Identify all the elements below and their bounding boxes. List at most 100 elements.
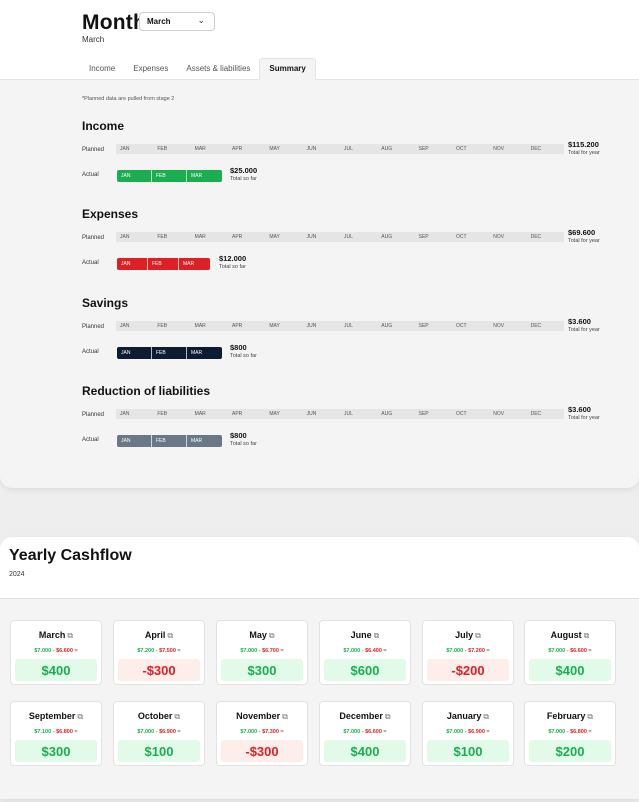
planned-month-feb: FEB	[157, 234, 168, 240]
planned-bar-reduction-of-liabilities: JAN FEB MAR APR MAY JUN JUL AUG SEP OCT NOV DEC	[116, 409, 564, 419]
external-link-icon[interactable]: ⧉	[584, 631, 590, 640]
actual-month-jan: JAN	[117, 258, 148, 270]
income-value: $7.000	[343, 729, 361, 735]
external-link-icon[interactable]: ⧉	[587, 712, 593, 721]
month-select[interactable]: March ⌄	[139, 12, 215, 31]
planned-month-jan: JAN	[120, 411, 130, 417]
month-formula: $7.000 - $6.900 =	[423, 729, 513, 735]
section-title-savings: Savings	[82, 296, 129, 310]
month-formula: $7.000 - $7.200 =	[423, 648, 513, 654]
month-card-title: April ⧉	[114, 630, 204, 641]
income-value: $7.200	[137, 648, 155, 654]
month-card-december[interactable]: December ⧉ $7.000 - $6.600 = $400	[319, 701, 411, 766]
expense-value: $7.300	[262, 729, 279, 735]
month-card-october[interactable]: October ⧉ $7.000 - $6.900 = $100	[113, 701, 205, 766]
month-result: -$200	[427, 659, 509, 681]
external-link-icon[interactable]: ⧉	[77, 712, 83, 721]
actual-bar-reduction-of-liabilities: JAN FEB MAR	[117, 435, 222, 447]
planned-bar-expenses: JAN FEB MAR APR MAY JUN JUL AUG SEP OCT NOV DEC	[116, 232, 564, 242]
planned-month-sep: SEP	[418, 411, 429, 417]
month-card-march[interactable]: March ⧉ $7.000 - $6.600 = $400	[10, 620, 102, 685]
month-formula: $7.000 - $6.900 =	[114, 729, 204, 735]
cashflow-header: Yearly Cashflow 2024	[0, 537, 639, 599]
tab-summary[interactable]: Summary	[259, 58, 316, 80]
month-card-may[interactable]: May ⧉ $7.000 - $6.700 = $300	[216, 620, 308, 685]
planned-month-sep: SEP	[418, 146, 429, 152]
planned-month-jan: JAN	[120, 146, 130, 152]
month-result: $300	[15, 740, 97, 762]
month-card-june[interactable]: June ⧉ $7.000 - $6.400 = $600	[319, 620, 411, 685]
tab-bar: Income Expenses Assets & liabilities Sum…	[80, 58, 316, 80]
month-card-title: March ⧉	[11, 630, 101, 641]
planned-month-sep: SEP	[418, 234, 429, 240]
month-result: -$300	[118, 659, 200, 681]
external-link-icon[interactable]: ⧉	[67, 631, 73, 640]
tab-expenses[interactable]: Expenses	[124, 58, 177, 80]
month-card-november[interactable]: November ⧉ $7.000 - $7.300 = -$300	[216, 701, 308, 766]
actual-month-mar: MAR	[187, 435, 222, 447]
total-so-far-label: Total so far	[230, 441, 257, 447]
month-card-title: September ⧉	[11, 711, 101, 722]
external-link-icon[interactable]: ⧉	[385, 712, 391, 721]
planned-month-jun: JUN	[306, 234, 317, 240]
yearly-cashflow-card: Yearly Cashflow 2024 March ⧉ $7.000 - $6.6…	[0, 537, 639, 799]
income-value: $7.000	[446, 648, 464, 654]
month-card-title: May ⧉	[217, 630, 307, 641]
month-card-july[interactable]: July ⧉ $7.000 - $7.200 = -$200	[422, 620, 514, 685]
month-card-january[interactable]: January ⧉ $7.000 - $6.900 = $100	[422, 701, 514, 766]
expense-value: $6.700	[262, 648, 279, 654]
month-name: January	[446, 711, 482, 721]
month-card-august[interactable]: August ⧉ $7.000 - $6.600 = $400	[524, 620, 616, 685]
expense-value: $6.800	[56, 729, 73, 735]
total-so-far-value: $12.000	[219, 254, 247, 263]
external-link-icon[interactable]: ⧉	[483, 712, 489, 721]
expense-value: $6.800	[570, 729, 587, 735]
tab-income[interactable]: Income	[80, 58, 124, 80]
actual-month-jan: JAN	[117, 435, 152, 447]
month-formula: $7.100 - $6.800 =	[11, 729, 101, 735]
month-summary-card: Month March ⌄ March Income Expenses Asse…	[0, 0, 639, 488]
cashflow-year: 2024	[9, 571, 25, 578]
external-link-icon[interactable]: ⧉	[167, 631, 173, 640]
income-value: $7.000	[240, 648, 258, 654]
month-card-september[interactable]: September ⧉ $7.100 - $6.800 = $300	[10, 701, 102, 766]
external-link-icon[interactable]: ⧉	[475, 631, 481, 640]
equals-sign: =	[278, 729, 284, 735]
external-link-icon[interactable]: ⧉	[174, 712, 180, 721]
month-result: $400	[529, 659, 611, 681]
actual-month-feb: FEB	[152, 435, 187, 447]
month-formula: $7.000 - $7.300 =	[217, 729, 307, 735]
section-title-income: Income	[82, 119, 125, 133]
month-result: $400	[324, 740, 406, 762]
external-link-icon[interactable]: ⧉	[269, 631, 275, 640]
month-card-title: October ⧉	[114, 711, 204, 722]
month-result: -$300	[221, 740, 303, 762]
month-result: $100	[427, 740, 509, 762]
planned-month-apr: APR	[231, 146, 243, 152]
total-so-far-value: $25.000	[230, 166, 258, 175]
month-formula: $7.000 - $6.400 =	[320, 648, 410, 654]
month-card-title: January ⧉	[423, 711, 513, 722]
month-card-april[interactable]: April ⧉ $7.200 - $7.500 = -$300	[113, 620, 205, 685]
month-card-title: June ⧉	[320, 630, 410, 641]
planned-bar-savings: JAN FEB MAR APR MAY JUN JUL AUG SEP OCT NOV DEC	[116, 321, 564, 331]
equals-sign: =	[278, 648, 284, 654]
expense-value: $6.600	[365, 729, 382, 735]
equals-sign: =	[72, 648, 78, 654]
month-card-february[interactable]: February ⧉ $7.000 - $6.800 = $200	[524, 701, 616, 766]
external-link-icon[interactable]: ⧉	[374, 631, 380, 640]
external-link-icon[interactable]: ⧉	[282, 712, 288, 721]
month-header: Month March ⌄ March Income Expenses Asse…	[0, 0, 639, 80]
tab-assets-liabilities[interactable]: Assets & liabilities	[177, 58, 259, 80]
income-value: $7.000	[548, 729, 566, 735]
actual-month-feb: FEB	[152, 347, 187, 359]
planned-month-nov: NOV	[493, 234, 505, 240]
month-name: June	[350, 630, 372, 640]
planned-month-may: MAY	[269, 323, 280, 329]
equals-sign: =	[381, 729, 387, 735]
actual-month-feb: FEB	[152, 170, 187, 182]
planned-month-aug: AUG	[381, 411, 393, 417]
planned-month-apr: APR	[231, 323, 243, 329]
month-result: $300	[221, 659, 303, 681]
total-so-far-label: Total so far	[230, 353, 257, 359]
